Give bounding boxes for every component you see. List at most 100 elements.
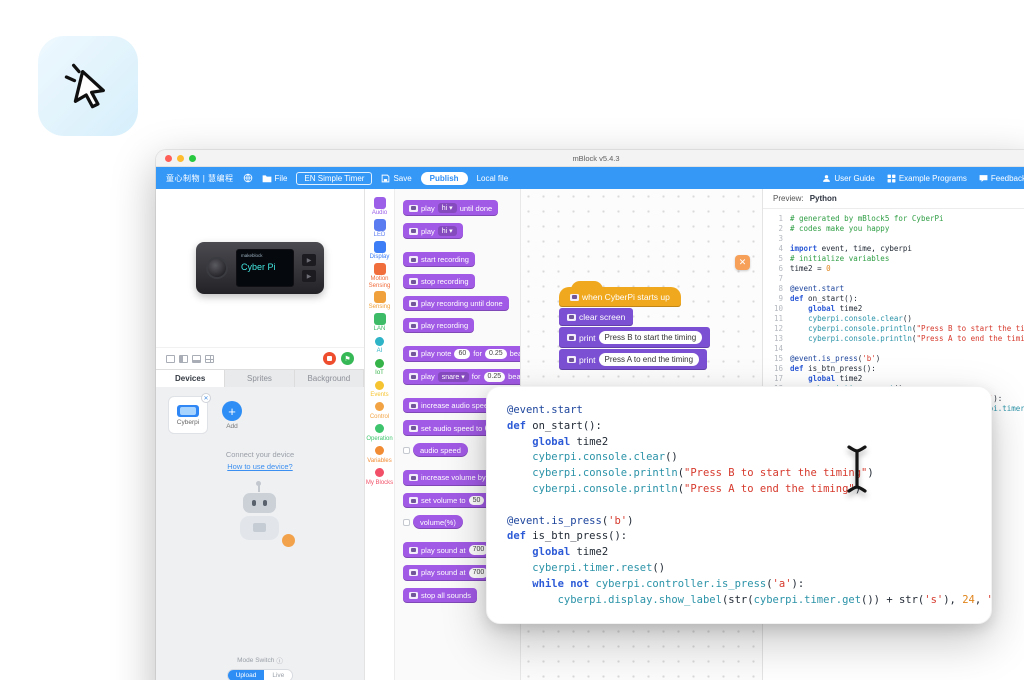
example-programs-button[interactable]: Example Programs [887, 174, 967, 183]
publish-button[interactable]: Publish [421, 172, 468, 185]
value-input[interactable]: 50 [469, 496, 485, 506]
zoom-code-line: global time2 [507, 435, 971, 451]
feedback-button[interactable]: Feedback [979, 174, 1024, 183]
cyberpi-chip-icon [409, 256, 418, 263]
stage-view-medium-icon[interactable] [179, 355, 188, 363]
category-motion-sensing[interactable]: Motion Sensing [366, 263, 394, 290]
how-to-use-device-link[interactable]: How to use device? [168, 462, 352, 471]
hat-block[interactable]: when CyberPi starts up [559, 287, 681, 307]
category-my-blocks[interactable]: My Blocks [366, 467, 394, 487]
remove-device-icon[interactable]: ✕ [201, 393, 211, 403]
info-icon[interactable]: ⓘ [276, 655, 283, 665]
block-checkbox[interactable] [403, 447, 410, 454]
cursor-arrow-icon [61, 59, 115, 113]
category-label: Variables [367, 458, 392, 465]
category-control[interactable]: Control [366, 401, 394, 421]
stack-block[interactable]: printPress A to end the timing [559, 349, 707, 370]
device-card-cyberpi[interactable]: ✕ Cyberpi [168, 396, 208, 434]
dropdown[interactable]: snare ▾ [438, 372, 469, 382]
folder-icon [262, 174, 272, 183]
code-line: 13 cyberpi.console.println("Press A to e… [769, 334, 1024, 344]
local-file-label: Local file [477, 174, 509, 183]
category-display[interactable]: Display [366, 241, 394, 261]
code-line: 4import event, time, cyberpi [769, 244, 1024, 254]
save-button[interactable]: Save [381, 174, 411, 183]
cyberpi-chip-icon [409, 402, 418, 409]
stop-button[interactable] [323, 352, 336, 365]
stack-block[interactable]: set volume to50 [403, 493, 490, 509]
value-input[interactable]: 60 [454, 349, 470, 359]
category-ai-icon [375, 337, 384, 346]
cyberpi-chip-icon [409, 373, 418, 380]
category-sensing[interactable]: Sensing [366, 291, 394, 311]
value-input[interactable]: 0.25 [484, 372, 506, 382]
text-input[interactable]: Press A to end the timing [599, 353, 700, 366]
block-text: increase volume by [421, 473, 486, 482]
close-canvas-icon[interactable]: ✕ [735, 255, 750, 270]
tab-background[interactable]: Background [295, 370, 364, 387]
upload-mode-button[interactable]: Upload [228, 670, 265, 680]
stack-block[interactable]: clear screen [559, 308, 633, 326]
value-input[interactable]: 0.25 [485, 349, 507, 359]
category-lan-icon [374, 313, 386, 325]
category-variables[interactable]: Variables [366, 445, 394, 465]
project-name-field[interactable]: EN Simple Timer [296, 172, 372, 185]
stack-block[interactable]: play recording [403, 318, 474, 333]
category-list: AudioLEDDisplayMotion SensingSensing LAN A… [366, 195, 394, 488]
user-guide-button[interactable]: User Guide [822, 174, 874, 183]
tab-sprites[interactable]: Sprites [225, 370, 294, 387]
mode-switch-label: Mode Switchⓘ [237, 655, 283, 665]
block-checkbox[interactable] [403, 519, 410, 526]
text-input[interactable]: Press B to start the timing [599, 331, 703, 344]
add-device-button[interactable]: + Add [222, 401, 242, 430]
stage-tabs: Devices Sprites Background [156, 369, 364, 387]
stack-block[interactable]: start recording [403, 252, 475, 267]
category-iot[interactable]: IoT [366, 357, 394, 377]
language-globe-icon[interactable] [243, 173, 253, 183]
user-icon [822, 174, 831, 183]
category-events-icon [375, 381, 384, 390]
category-led[interactable]: LED [366, 219, 394, 239]
local-file-button[interactable]: Local file [477, 174, 509, 183]
stack-block[interactable]: play note60for0.25beat [403, 346, 521, 362]
device-button-a: ▶ [302, 270, 316, 282]
file-menu[interactable]: File [262, 174, 288, 183]
stack-block[interactable]: stop recording [403, 274, 475, 289]
reporter-block[interactable]: volume(%) [413, 515, 463, 529]
stage-panel: makeblock Cyber Pi ▶ ▶ [156, 189, 365, 680]
reporter-block[interactable]: audio speed [413, 443, 468, 457]
category-audio[interactable]: Audio [366, 197, 394, 217]
category-label: LAN [374, 326, 386, 333]
category-palette: AudioLEDDisplayMotion SensingSensing LAN A… [365, 189, 395, 680]
tab-devices[interactable]: Devices [156, 370, 225, 387]
stack-block[interactable]: printPress B to start the timing [559, 327, 710, 348]
category-ai[interactable]: AI [366, 335, 394, 355]
cursor-click-icon [38, 36, 138, 136]
stack-block[interactable]: playsnare ▾for0.25beat [403, 369, 521, 385]
block-row: start recording [403, 252, 520, 267]
stage-view-small-icon[interactable] [166, 355, 175, 363]
stack-block[interactable]: playhi ▾ [403, 223, 463, 239]
stack-block[interactable]: stop all sounds [403, 588, 477, 603]
zoom-code-line: def is_btn_press(): [507, 529, 971, 545]
category-lan[interactable]: LAN [366, 313, 394, 333]
dropdown[interactable]: hi ▾ [438, 226, 457, 236]
brand-logo: 童心制物 | 慧编程 [166, 173, 234, 184]
cyberpi-chip-icon [409, 425, 418, 432]
cyberpi-chip-icon [570, 294, 579, 301]
live-mode-button[interactable]: Live [264, 670, 292, 680]
dropdown[interactable]: hi ▾ [438, 203, 457, 213]
stack-block[interactable]: play sound at700 [403, 565, 494, 581]
category-events[interactable]: Events [366, 379, 394, 399]
stack-block[interactable]: play recording until done [403, 296, 509, 311]
block-text: for [473, 349, 482, 358]
category-operation[interactable]: Operation [366, 423, 394, 443]
run-button[interactable]: ⚑ [341, 352, 354, 365]
flag-icon: ⚑ [344, 355, 350, 363]
cyberpi-device-image: makeblock Cyber Pi ▶ ▶ [196, 242, 324, 294]
stack-block[interactable]: playhi ▾until done [403, 200, 498, 216]
block-text: print [579, 355, 596, 365]
stage-grid-icon[interactable] [205, 355, 214, 363]
stage-view-large-icon[interactable] [192, 355, 201, 363]
stack-block[interactable]: play sound at700 [403, 542, 494, 558]
